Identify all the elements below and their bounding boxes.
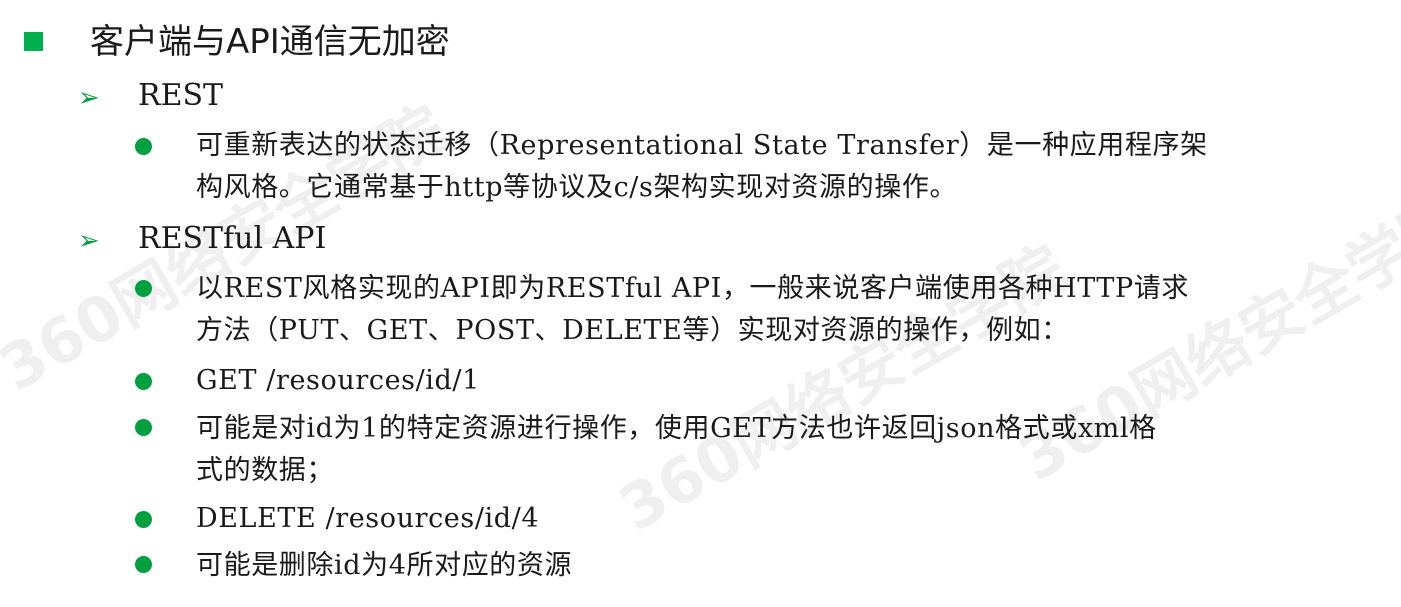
dot-bullet-icon [135,280,152,297]
square-bullet-icon [24,32,43,51]
arrow-bullet-icon: ➢ [78,83,100,113]
dot-bullet-icon [135,138,152,155]
dot-bullet-icon [135,511,152,528]
bullet-text-line: 可能是删除id为4所对应的资源 [196,550,573,581]
bullet-text-line: 以REST风格实现的API即为RESTful API，一般来说客户端使用各种HT… [196,273,1189,304]
bullet-text-line: GET /resources/id/1 [196,365,480,396]
bullet-text-line: DELETE /resources/id/4 [196,503,540,534]
arrow-bullet-icon: ➢ [78,226,100,256]
dot-bullet-icon [135,373,152,390]
bullet-text-line: 方法（PUT、GET、POST、DELETE等）实现对资源的操作，例如： [196,315,1069,346]
section-title-restful-api: RESTful API [138,221,327,256]
dot-bullet-icon [135,419,152,436]
section-title-rest: REST [138,78,224,113]
bullet-text-line: 构风格。它通常基于http等协议及c/s架构实现对资源的操作。 [196,172,958,203]
bullet-text-line: 式的数据； [196,455,334,486]
slide-title: 客户端与API通信无加密 [90,22,450,62]
bullet-text-line: 可能是对id为1的特定资源进行操作，使用GET方法也许返回json格式或xml格 [196,413,1157,444]
bullet-text-line: 可重新表达的状态迁移（Representational State Transf… [196,130,1208,161]
dot-bullet-icon [135,556,152,573]
